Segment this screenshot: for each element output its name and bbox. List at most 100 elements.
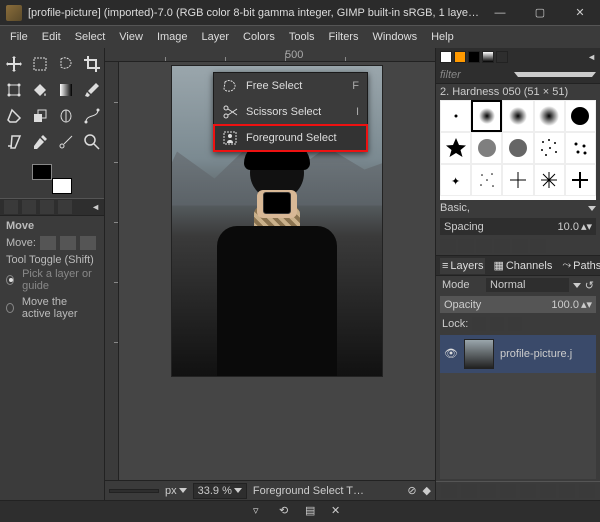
menu-file[interactable]: File [4,29,34,45]
dock-action-2[interactable]: ⟲ [279,504,295,520]
zoom-tool[interactable] [80,130,104,154]
brush-item[interactable] [502,100,533,132]
unit-select[interactable]: px [165,485,187,497]
menu-windows[interactable]: Windows [366,29,423,45]
clone-tool[interactable] [28,104,52,128]
tab-palettes[interactable] [496,51,508,63]
rect-select-tool[interactable] [28,52,52,76]
duplicate-brush-button[interactable] [476,239,492,253]
menu-select[interactable]: Select [69,29,112,45]
zoom-select[interactable]: 33.9 % [193,483,247,499]
layer-item[interactable]: 👁 profile-picture.j [440,335,596,373]
navigation-icon[interactable]: ◆ [423,484,431,497]
spinner-icon[interactable]: ▴▾ [581,298,592,311]
measure-tool[interactable] [54,130,78,154]
tab-layers[interactable]: ≡ Layers [440,258,485,274]
refresh-brush-button[interactable] [512,239,528,253]
move-mode-layer[interactable] [40,236,56,250]
spacing-slider[interactable]: Spacing 10.0 ▴▾ [440,218,596,235]
brush-item[interactable] [440,100,471,132]
lock-position-icon[interactable] [490,317,504,331]
tab-channels[interactable]: ▦ Channels [491,257,554,274]
brush-item[interactable] [565,164,596,196]
bg-color-swatch[interactable] [52,178,72,194]
canvas-area[interactable]: Free Select F Scissors Select I Foregrou… [105,48,435,480]
menu-item-free-select[interactable]: Free Select F [214,73,367,99]
crop-tool[interactable] [80,52,104,76]
brush-preset-select[interactable]: Basic, [440,202,584,214]
menu-view[interactable]: View [113,29,149,45]
opacity-slider[interactable]: Opacity 100.0 ▴▾ [440,296,596,313]
visibility-toggle[interactable]: 👁 [444,347,458,361]
spinner-icon[interactable]: ▴▾ [581,220,592,233]
move-mode-selection[interactable] [60,236,76,250]
radio-move-active[interactable]: Move the active layer [6,296,98,320]
tab-menu-arrow[interactable]: ◄ [91,202,100,212]
lower-layer-button[interactable] [500,484,516,498]
brush-item[interactable] [502,164,533,196]
tab-brushes[interactable] [440,51,452,63]
delete-brush-button[interactable] [494,239,510,253]
move-mode-path[interactable] [80,236,96,250]
menu-item-foreground-select[interactable]: Foreground Select [214,125,367,151]
lock-pixels-icon[interactable] [472,317,486,331]
radio-pick-layer[interactable]: Pick a layer or guide [6,268,98,292]
menu-item-scissors-select[interactable]: Scissors Select I [214,99,367,125]
transform-tool[interactable] [2,78,26,102]
mode-reset-icon[interactable]: ↺ [585,279,594,292]
brush-item[interactable] [440,132,471,164]
smudge-tool[interactable] [54,104,78,128]
menu-edit[interactable]: Edit [36,29,67,45]
eraser-tool[interactable] [2,104,26,128]
close-button[interactable]: ✕ [560,0,600,26]
brush-item[interactable] [565,132,596,164]
brush-item[interactable] [565,100,596,132]
new-layer-button[interactable] [441,484,457,498]
bucket-tool[interactable] [28,78,52,102]
dock-action-1[interactable]: ▿ [253,504,269,520]
move-tool[interactable] [2,52,26,76]
new-brush-button[interactable] [458,239,474,253]
tab-device-status[interactable] [22,200,36,214]
layer-name[interactable]: profile-picture.j [500,348,592,360]
dock-action-4[interactable]: ✕ [331,504,347,520]
open-as-image-button[interactable] [530,239,546,253]
tab-gradients[interactable] [482,51,494,63]
cancel-icon[interactable]: ⊘ [407,484,416,497]
tab-menu-arrow[interactable]: ◄ [587,52,596,62]
menu-colors[interactable]: Colors [237,29,281,45]
tab-paths[interactable]: ⤳ Paths [560,257,600,274]
brush-item[interactable]: ✦ [440,164,471,196]
maximize-button[interactable]: ▢ [520,0,560,26]
new-group-button[interactable] [461,484,477,498]
color-swatches[interactable] [32,164,72,194]
mask-button[interactable] [559,484,575,498]
tab-patterns[interactable] [454,51,466,63]
mode-select[interactable]: Normal [486,278,569,292]
menu-help[interactable]: Help [425,29,460,45]
brush-filter[interactable]: filter [436,66,600,84]
menu-image[interactable]: Image [151,29,194,45]
brush-item[interactable] [534,100,565,132]
brush-item[interactable] [471,100,502,132]
edit-brush-button[interactable] [440,239,456,253]
dock-action-3[interactable]: ▤ [305,504,321,520]
color-picker-tool[interactable] [28,130,52,154]
menu-filters[interactable]: Filters [323,29,365,45]
brush-item[interactable] [534,132,565,164]
tab-tool-options[interactable] [4,200,18,214]
delete-layer-button[interactable] [579,484,595,498]
tab-images[interactable] [58,200,72,214]
brush-item[interactable] [502,132,533,164]
brush-item[interactable] [471,164,502,196]
paintbrush-tool[interactable] [80,78,104,102]
brush-item[interactable] [534,164,565,196]
tab-fonts[interactable] [468,51,480,63]
layer-thumbnail[interactable] [464,339,494,369]
free-select-tool[interactable] [54,52,78,76]
brush-item[interactable] [471,132,502,164]
gradient-tool[interactable] [54,78,78,102]
tab-undo-history[interactable] [40,200,54,214]
menu-tools[interactable]: Tools [283,29,321,45]
merge-down-button[interactable] [540,484,556,498]
